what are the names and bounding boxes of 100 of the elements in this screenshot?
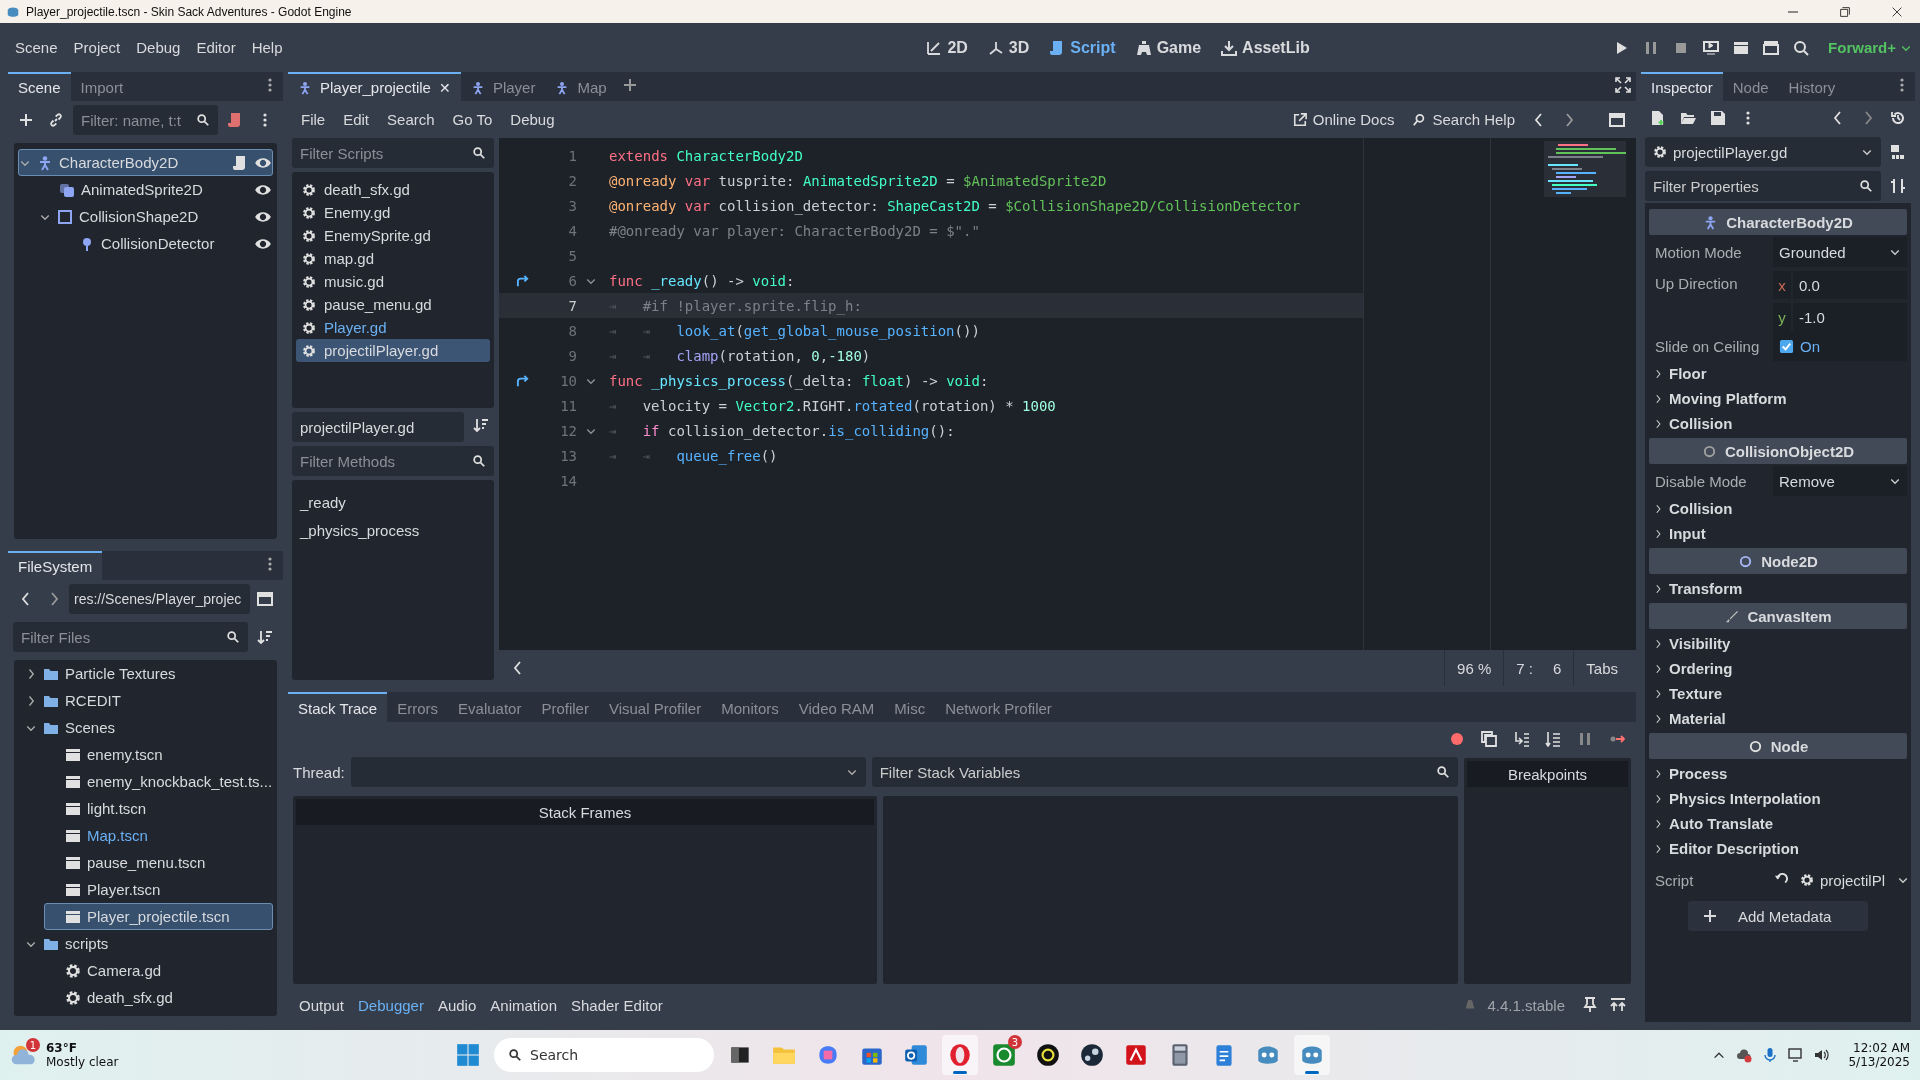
- file-tree-item[interactable]: enemy.tscn: [44, 741, 273, 768]
- zoom-level[interactable]: 96 %: [1444, 650, 1504, 686]
- scene-tree-item[interactable]: CollisionDetector: [58, 230, 273, 257]
- dropdown[interactable]: Remove: [1773, 466, 1907, 496]
- property-group[interactable]: Material: [1649, 706, 1907, 731]
- menu-item[interactable]: Scene: [8, 35, 65, 60]
- menu-item[interactable]: Editor: [189, 35, 243, 60]
- file-tree-item[interactable]: Camera.gd: [44, 957, 273, 984]
- property-group[interactable]: Input: [1649, 521, 1907, 546]
- property-group[interactable]: Visibility: [1649, 631, 1907, 656]
- tab[interactable]: Scene: [8, 72, 71, 101]
- path-field[interactable]: res://Scenes/Player_projec: [69, 584, 250, 614]
- clock-time[interactable]: 12:02 AM: [1853, 1041, 1910, 1055]
- menu-item[interactable]: Search: [380, 107, 442, 132]
- indent-mode[interactable]: Tabs: [1573, 650, 1630, 686]
- file-tree-item[interactable]: Player.tscn: [44, 876, 273, 903]
- tab[interactable]: Import: [70, 72, 134, 101]
- version-label[interactable]: 4.4.1.stable: [1487, 996, 1565, 1014]
- tab[interactable]: FileSystem: [8, 551, 103, 580]
- file-tree-item[interactable]: Particle Textures: [24, 660, 273, 687]
- number-field[interactable]: 0.0: [1793, 271, 1907, 299]
- microphone-icon[interactable]: [1762, 1047, 1779, 1063]
- menu-item[interactable]: Edit: [336, 107, 377, 132]
- filter-field[interactable]: Filter Files: [13, 622, 248, 652]
- workspace-button[interactable]: 2D: [923, 34, 971, 61]
- property-group[interactable]: Editor Description: [1649, 836, 1907, 861]
- tab[interactable]: Misc: [884, 692, 936, 722]
- monitor-icon[interactable]: [1788, 1047, 1805, 1063]
- property-group[interactable]: Moving Platform: [1649, 386, 1907, 411]
- file-tree-item[interactable]: enemy_knockback_test.ts...: [44, 768, 273, 795]
- online-docs-link[interactable]: Online Docs: [1285, 107, 1402, 132]
- script-list-item[interactable]: EnemySprite.gd: [296, 224, 490, 247]
- editor-document-tab[interactable]: Player: [460, 72, 546, 101]
- tab[interactable]: History: [1778, 72, 1846, 101]
- tab[interactable]: Node: [1722, 72, 1779, 101]
- cloud-icon[interactable]: [1736, 1047, 1753, 1063]
- filter-field[interactable]: Filter Methods: [292, 446, 494, 476]
- bottom-panel-tab[interactable]: Output: [293, 992, 351, 1018]
- file-tree-item[interactable]: light.tscn: [44, 795, 273, 822]
- script-list-item[interactable]: projectilPlayer.gd: [296, 339, 490, 362]
- menu-item[interactable]: Go To: [445, 107, 500, 132]
- script-field[interactable]: projectilPl: [1794, 865, 1892, 895]
- property-group[interactable]: Transform: [1649, 576, 1907, 601]
- tab[interactable]: Profiler: [531, 692, 599, 722]
- menu-item[interactable]: Help: [244, 35, 290, 60]
- filter-field[interactable]: Filter: name, t:t: [73, 105, 218, 135]
- add-metadata-button[interactable]: Add Metadata: [1688, 901, 1868, 931]
- menu-item[interactable]: Debug: [503, 107, 562, 132]
- script-list-item[interactable]: music.gd: [296, 270, 490, 293]
- filter-field[interactable]: Filter Properties: [1645, 171, 1881, 201]
- method-item[interactable]: _physics_process: [298, 516, 420, 544]
- tab[interactable]: Evaluator: [448, 692, 532, 722]
- script-list-item[interactable]: pause_menu.gd: [296, 293, 490, 316]
- tab[interactable]: Network Profiler: [935, 692, 1062, 722]
- dropdown[interactable]: Grounded: [1773, 237, 1907, 267]
- bottom-panel-tab[interactable]: Audio: [431, 992, 483, 1018]
- script-list-item[interactable]: map.gd: [296, 247, 490, 270]
- scene-tree-item[interactable]: CollisionShape2D: [38, 203, 273, 230]
- script-list-item[interactable]: Enemy.gd: [296, 201, 490, 224]
- tab[interactable]: Errors: [387, 692, 449, 722]
- override-icon[interactable]: [515, 273, 531, 288]
- resource-dropdown[interactable]: projectilPlayer.gd: [1645, 137, 1881, 167]
- property-group[interactable]: Texture: [1649, 681, 1907, 706]
- bottom-panel-tab[interactable]: Animation: [484, 992, 563, 1018]
- editor-document-tab[interactable]: Player_projectile ✕: [288, 72, 461, 101]
- menu-item[interactable]: Debug: [129, 35, 188, 60]
- taskbar-app-button[interactable]: 3: [986, 1035, 1022, 1075]
- property-group[interactable]: Physics Interpolation: [1649, 786, 1907, 811]
- bottom-panel-tab[interactable]: Debugger: [352, 992, 430, 1018]
- tab[interactable]: Inspector: [1641, 72, 1723, 101]
- file-tree-item[interactable]: Map.tscn: [44, 822, 273, 849]
- filter-field[interactable]: Filter Scripts: [292, 138, 494, 168]
- checkbox[interactable]: On: [1773, 331, 1907, 361]
- scene-tree-item[interactable]: CharacterBody2D: [18, 149, 273, 176]
- workspace-button[interactable]: Game: [1132, 34, 1205, 61]
- property-group[interactable]: Auto Translate: [1649, 811, 1907, 836]
- menu-item[interactable]: File: [294, 107, 333, 132]
- script-icon[interactable]: [232, 154, 248, 171]
- filter-field[interactable]: Filter Stack Variables: [871, 757, 1458, 787]
- override-icon[interactable]: [515, 373, 531, 388]
- minimap-drawing[interactable]: [1544, 141, 1626, 197]
- editor-document-tab[interactable]: Map: [545, 72, 617, 101]
- search-field[interactable]: Search: [494, 1038, 714, 1072]
- bottom-panel-tab[interactable]: Shader Editor: [565, 992, 669, 1018]
- scene-tree-item[interactable]: AnimatedSprite2D: [38, 176, 273, 203]
- workspace-button[interactable]: 3D: [984, 34, 1033, 61]
- file-tree-item[interactable]: Player_projectile.tscn: [44, 903, 273, 930]
- workspace-button[interactable]: AssetLib: [1218, 34, 1313, 61]
- file-tree-item[interactable]: scripts: [24, 930, 273, 957]
- tab[interactable]: Visual Profiler: [598, 692, 712, 722]
- file-tree-item[interactable]: RCEDIT: [24, 687, 273, 714]
- property-group[interactable]: Collision: [1649, 496, 1907, 521]
- property-group[interactable]: Process: [1649, 761, 1907, 786]
- file-tree-item[interactable]: Scenes: [24, 714, 273, 741]
- property-group[interactable]: Ordering: [1649, 656, 1907, 681]
- property-group[interactable]: Collision: [1649, 411, 1907, 436]
- method-item[interactable]: _ready: [298, 488, 346, 516]
- tab[interactable]: Video RAM: [788, 692, 885, 722]
- tab[interactable]: Stack Trace: [288, 692, 388, 722]
- workspace-button[interactable]: Script: [1046, 34, 1119, 61]
